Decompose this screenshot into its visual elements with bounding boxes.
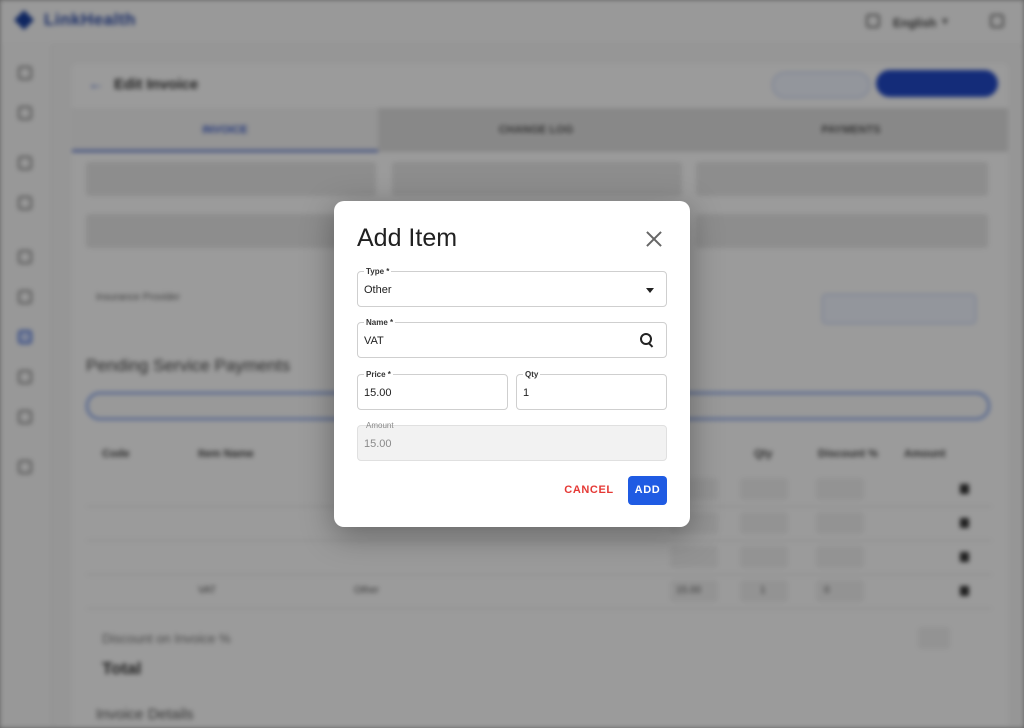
type-value: Other [364, 284, 392, 296]
name-label: Name * [364, 318, 396, 327]
cancel-button[interactable]: CANCEL [560, 478, 618, 502]
price-value: 15.00 [364, 387, 392, 399]
dialog-title: Add Item [357, 224, 458, 252]
price-label: Price * [364, 370, 393, 379]
amount-field: Amount 15.00 [357, 421, 667, 461]
qty-label: Qty [523, 370, 541, 379]
name-search-field[interactable]: Name * VAT [357, 318, 667, 358]
qty-field[interactable]: Qty 1 [516, 370, 667, 410]
amount-value: 15.00 [364, 438, 392, 450]
type-label: Type * [364, 267, 392, 276]
dropdown-caret-icon[interactable] [646, 288, 654, 293]
search-icon[interactable] [640, 333, 654, 348]
add-button[interactable]: ADD [628, 476, 667, 505]
amount-label: Amount [366, 421, 394, 430]
price-field[interactable]: Price * 15.00 [357, 370, 508, 410]
type-select[interactable]: Type * Other [357, 267, 667, 307]
qty-value: 1 [523, 387, 530, 399]
name-value: VAT [364, 335, 384, 347]
add-item-dialog: Add Item Type * Other Name * VAT Price *… [334, 201, 690, 527]
close-icon[interactable] [640, 225, 668, 253]
